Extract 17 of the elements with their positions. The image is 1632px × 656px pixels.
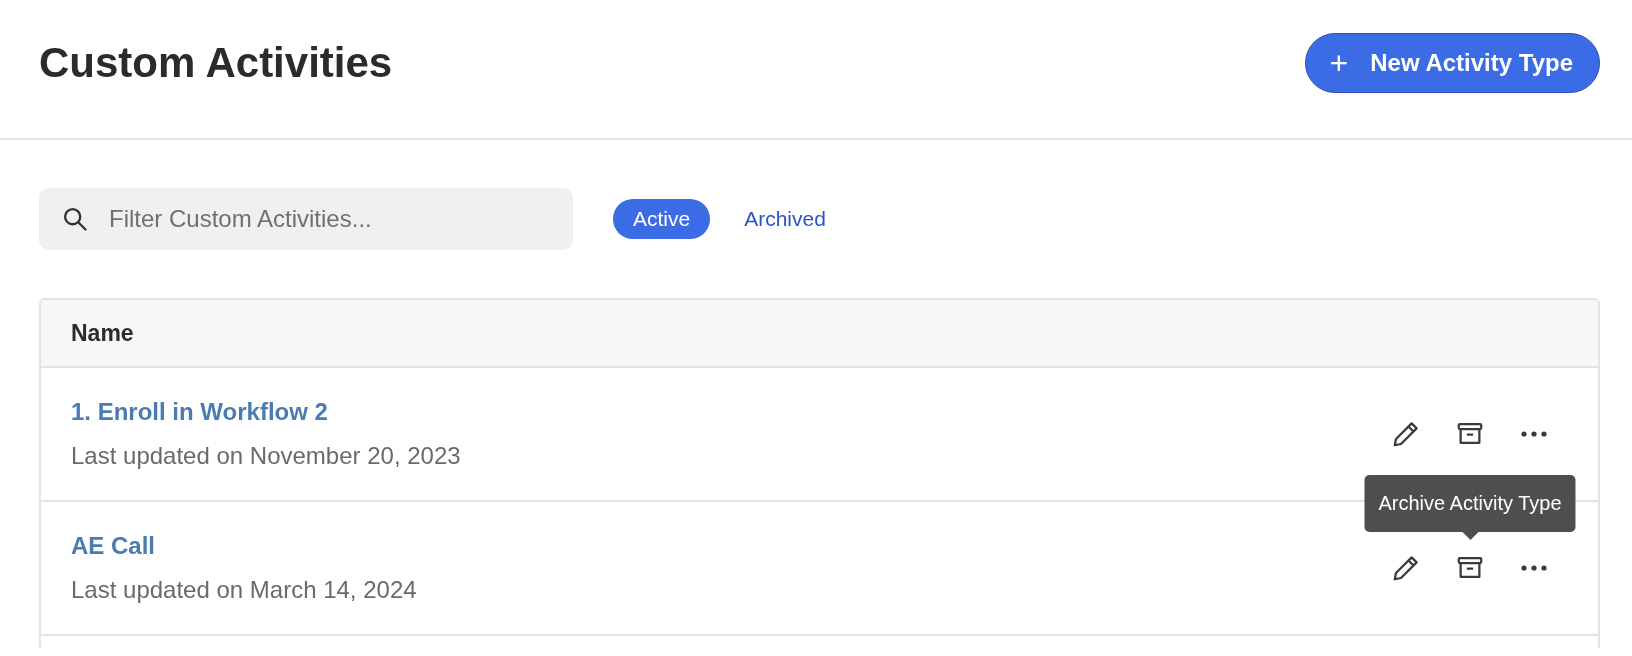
search-field[interactable]: Filter Custom Activities... (39, 188, 573, 250)
filter-tab[interactable]: Active (613, 199, 711, 239)
tooltip-arrow (1462, 532, 1478, 540)
filter-tab[interactable]: Archived (724, 199, 846, 239)
pencil-icon (1391, 553, 1421, 583)
last-updated-text: Last updated on November 20, 2023 (71, 442, 461, 470)
tooltip: Archive Activity Type (1364, 475, 1576, 532)
search-icon (61, 205, 89, 233)
column-header: Name (71, 319, 134, 347)
more-icon (1519, 564, 1549, 572)
activity-name-link[interactable]: 1. Enroll in Workflow 2 (71, 398, 461, 426)
more-icon (1519, 430, 1549, 438)
pencil-icon (1391, 419, 1421, 449)
page-title: Custom Activities (39, 39, 393, 87)
last-updated-text: Last updated on March 14, 2024 (71, 576, 417, 604)
new-activity-type-button[interactable]: + New Activity Type (1304, 33, 1600, 93)
activity-name-link[interactable]: AE Call (71, 532, 417, 560)
